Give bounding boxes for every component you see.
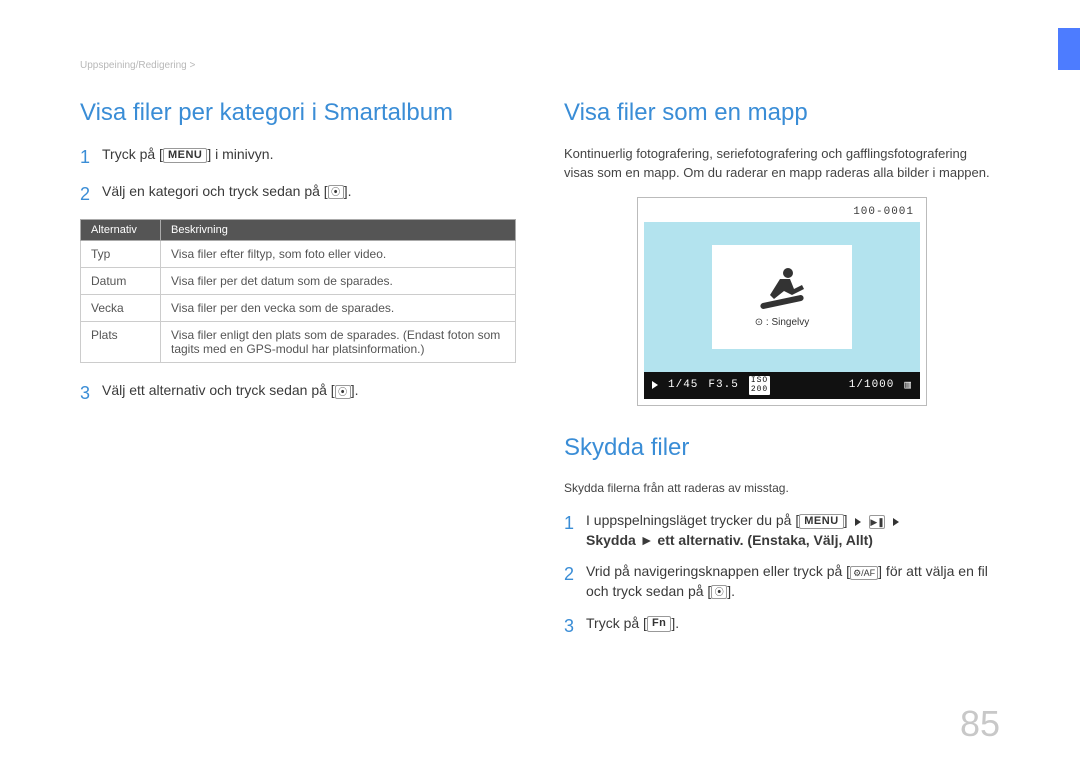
bar-fstop: F3.5 — [708, 379, 738, 391]
battery-icon: ▥ — [904, 378, 912, 392]
cell-desc: Visa filer per det datum som de sparades… — [161, 268, 516, 295]
step-number: 3 — [80, 381, 102, 406]
step-number: 2 — [80, 182, 102, 207]
p2-a: Vrid på navigeringsknappen eller tryck p… — [586, 563, 850, 579]
step3-pre: Välj ett alternativ och tryck sedan på [ — [102, 382, 335, 398]
p3-a: Tryck på [ — [586, 615, 647, 631]
right-column: Visa filer som en mapp Kontinuerlig foto… — [564, 99, 1000, 651]
step1-pre: Tryck på [ — [102, 146, 163, 162]
step-body: Vrid på navigeringsknappen eller tryck p… — [586, 562, 1000, 601]
page-number: 85 — [960, 703, 1000, 745]
iso-label: ISO — [751, 376, 768, 385]
options-table: Alternativ Beskrivning Typ Visa filer ef… — [80, 219, 516, 363]
heading-protect: Skydda filer — [564, 434, 1000, 462]
ok-icon: ⦿ — [711, 585, 727, 599]
bar-shutter: 1/1000 — [849, 379, 895, 391]
nav-af-icon: ⚙/AF — [850, 566, 878, 580]
step-body: Tryck på [Fn]. — [586, 614, 1000, 639]
heading-smartalbum: Visa filer per kategori i Smartalbum — [80, 99, 516, 127]
step-body: Tryck på [MENU] i minivyn. — [102, 145, 516, 170]
step2-post: ]. — [344, 183, 352, 199]
cell-alt: Datum — [81, 268, 161, 295]
p1-line2: Skydda ► ett alternativ. (Enstaka, Välj,… — [586, 532, 873, 548]
step1-post: ] i minivyn. — [207, 146, 273, 162]
protect-step-1: 1 I uppspelningsläget trycker du på [MEN… — [564, 511, 1000, 550]
side-tab — [1058, 28, 1080, 70]
th-alternativ: Alternativ — [81, 220, 161, 241]
cell-alt: Vecka — [81, 295, 161, 322]
bar-count: 1/45 — [668, 379, 698, 391]
photo-thumbnail: ⊙ : Singelvy — [712, 245, 852, 349]
table-row: Plats Visa filer enligt den plats som de… — [81, 322, 516, 363]
ok-icon: ⦿ — [335, 385, 351, 399]
step-body: Välj en kategori och tryck sedan på [⦿]. — [102, 182, 516, 207]
table-row: Typ Visa filer efter filtyp, som foto el… — [81, 241, 516, 268]
step-2: 2 Välj en kategori och tryck sedan på [⦿… — [80, 182, 516, 207]
heading-folder: Visa filer som en mapp — [564, 99, 1000, 127]
camera-photo-area: ⊙ : Singelvy — [644, 222, 920, 372]
p3-b: ]. — [671, 615, 679, 631]
camera-status-bar: 1/45 F3.5 ISO 200 1/1000 ▥ — [644, 372, 920, 399]
p1-a: I uppspelningsläget trycker du på [ — [586, 512, 799, 528]
camera-file-id: 100-0001 — [644, 204, 920, 222]
step-number: 1 — [564, 511, 586, 550]
step2-pre: Välj en kategori och tryck sedan på [ — [102, 183, 328, 199]
ok-icon: ⦿ — [328, 185, 344, 199]
arrow-icon — [855, 518, 861, 526]
page: Uppspeining/Redigering > Visa filer per … — [0, 0, 1080, 681]
fn-button-icon: Fn — [647, 616, 671, 631]
cell-desc: Visa filer efter filtyp, som foto eller … — [161, 241, 516, 268]
camera-figure: 100-0001 ⊙ : Singelvy — [637, 197, 927, 406]
th-beskrivning: Beskrivning — [161, 220, 516, 241]
step-number: 2 — [564, 562, 586, 601]
cell-alt: Typ — [81, 241, 161, 268]
protect-step-2: 2 Vrid på navigeringsknappen eller tryck… — [564, 562, 1000, 601]
left-column: Visa filer per kategori i Smartalbum 1 T… — [80, 99, 516, 651]
step-3: 3 Välj ett alternativ och tryck sedan på… — [80, 381, 516, 406]
table-row: Vecka Visa filer per den vecka som de sp… — [81, 295, 516, 322]
singelvy-caption: ⊙ : Singelvy — [755, 317, 810, 328]
step3-post: ]. — [351, 382, 359, 398]
p2-c: ]. — [727, 583, 735, 599]
cell-alt: Plats — [81, 322, 161, 363]
play-icon — [652, 381, 658, 389]
breadcrumb: Uppspeining/Redigering > — [80, 60, 1000, 71]
step-number: 1 — [80, 145, 102, 170]
protect-step-3: 3 Tryck på [Fn]. — [564, 614, 1000, 639]
iso-badge: ISO 200 — [749, 376, 770, 395]
caption-icon: ⊙ — [755, 317, 763, 328]
playback-icon: ▶❚ — [869, 515, 885, 529]
snowboarder-icon — [752, 265, 812, 311]
content-columns: Visa filer per kategori i Smartalbum 1 T… — [80, 99, 1000, 651]
folder-paragraph: Kontinuerlig fotografering, seriefotogra… — [564, 145, 1000, 183]
p1-b: ] — [844, 512, 852, 528]
cell-desc: Visa filer enligt den plats som de spara… — [161, 322, 516, 363]
menu-button-icon: MENU — [163, 148, 207, 163]
step-number: 3 — [564, 614, 586, 639]
protect-paragraph: Skydda filerna från att raderas av misst… — [564, 480, 1000, 497]
caption-text: : Singelvy — [766, 317, 809, 328]
menu-button-icon: MENU — [799, 514, 843, 529]
step-1: 1 Tryck på [MENU] i minivyn. — [80, 145, 516, 170]
arrow-icon — [893, 518, 899, 526]
table-row: Datum Visa filer per det datum som de sp… — [81, 268, 516, 295]
iso-value: 200 — [751, 385, 768, 394]
cell-desc: Visa filer per den vecka som de sparades… — [161, 295, 516, 322]
step-body: Välj ett alternativ och tryck sedan på [… — [102, 381, 516, 406]
step-body: I uppspelningsläget trycker du på [MENU]… — [586, 511, 1000, 550]
